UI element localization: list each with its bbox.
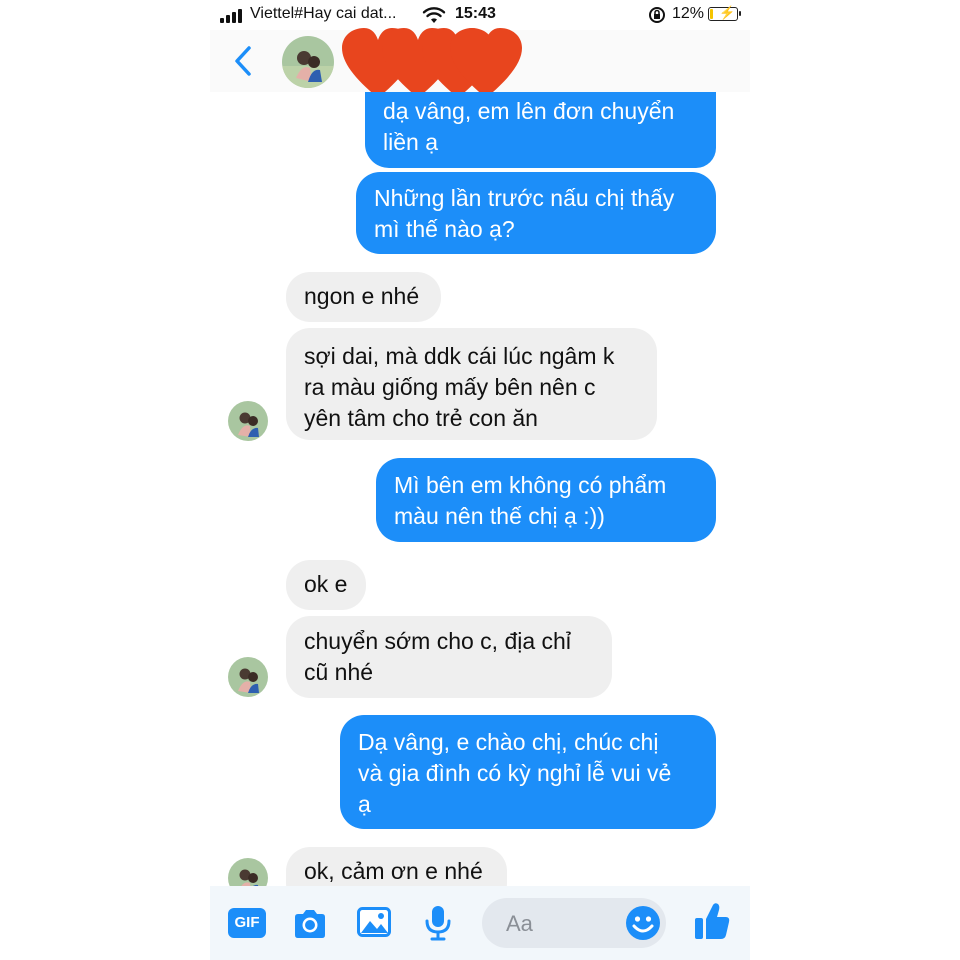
incoming-message[interactable]: ngon e nhé	[286, 272, 441, 322]
gif-icon[interactable]: GIF	[228, 908, 266, 938]
incoming-message[interactable]: chuyển sớm cho c, địa chỉ cũ nhé	[286, 616, 612, 698]
like-icon[interactable]	[694, 902, 730, 940]
emoji-icon[interactable]	[625, 905, 661, 941]
battery-level	[710, 9, 713, 19]
carrier-name: Viettel#Hay cai dat...	[250, 5, 397, 22]
conversation-header	[210, 28, 750, 98]
message-thread: dạ vâng, em lên đơn chuyển liền ạ Những …	[210, 92, 750, 886]
battery-icon: ⚡	[708, 5, 741, 21]
contact-avatar[interactable]	[228, 858, 268, 886]
contact-avatar[interactable]	[228, 657, 268, 697]
contact-avatar[interactable]	[282, 36, 334, 88]
contact-avatar[interactable]	[228, 401, 268, 441]
status-time: 15:43	[455, 5, 496, 22]
incoming-message[interactable]: ok e	[286, 560, 366, 610]
outgoing-message[interactable]: Mì bên em không có phẩm màu nên thế chị …	[376, 458, 716, 542]
composer-bar: GIF	[210, 886, 750, 960]
incoming-message[interactable]: ok, cảm ơn e nhé	[286, 847, 507, 886]
chevron-left-icon[interactable]	[232, 44, 254, 78]
battery-percent: 12%	[672, 5, 705, 22]
outgoing-message[interactable]: Những lần trước nấu chị thấy mì thế nào …	[356, 172, 716, 254]
outgoing-message[interactable]: dạ vâng, em lên đơn chuyển liền ạ	[365, 92, 716, 168]
incoming-message[interactable]: sợi dai, mà ddk cái lúc ngâm k ra màu gi…	[286, 328, 657, 440]
image-icon[interactable]	[357, 907, 391, 937]
messenger-screen: Viettel#Hay cai dat... 15:43 12% ⚡ dạ vâ…	[210, 0, 750, 960]
camera-icon[interactable]	[292, 908, 328, 940]
rotation-lock-icon	[649, 7, 665, 23]
hearts-sticker	[342, 28, 522, 98]
microphone-icon[interactable]	[425, 905, 451, 941]
charging-bolt-icon: ⚡	[719, 5, 736, 20]
signal-icon	[220, 9, 244, 23]
message-input[interactable]	[504, 910, 628, 938]
outgoing-message[interactable]: Dạ vâng, e chào chị, chúc chị và gia đìn…	[340, 715, 716, 829]
